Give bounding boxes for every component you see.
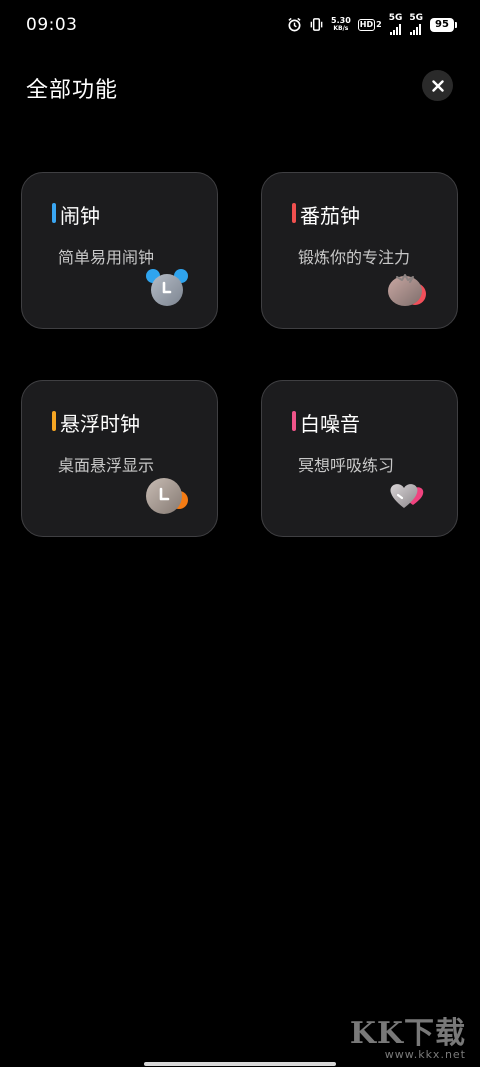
signal-icon	[389, 23, 401, 35]
card-title: 番茄钟	[300, 204, 360, 228]
card-title: 白噪音	[300, 412, 360, 436]
card-accent	[292, 411, 296, 431]
heart-icon	[385, 476, 429, 516]
sim2-label: 5G	[409, 13, 423, 23]
sim2-signal: 5G	[409, 14, 423, 35]
card-subtitle: 桌面悬浮显示	[58, 456, 155, 475]
tomato-icon	[385, 268, 429, 308]
close-button[interactable]	[422, 70, 453, 101]
battery-indicator: 95	[430, 17, 457, 32]
card-subtitle: 冥想呼吸练习	[298, 456, 395, 475]
watermark-url: www.kkx.net	[384, 1048, 466, 1061]
status-time: 09:03	[26, 15, 78, 35]
card-pomodoro[interactable]: 番茄钟 锻炼你的专注力	[261, 172, 458, 329]
hd-indicator: HD 2	[357, 18, 382, 31]
sim1-label: 5G	[388, 13, 403, 23]
signal-icon	[410, 23, 422, 35]
page-title: 全部功能	[26, 78, 119, 103]
card-white-noise[interactable]: 白噪音 冥想呼吸练习	[261, 380, 458, 537]
vibrate-icon	[309, 17, 324, 32]
hd-badge: HD	[357, 18, 376, 31]
status-bar: 09:03 5.30 KB/s HD 2 5G 5G 95	[0, 0, 480, 52]
sim1-signal: 5G	[388, 13, 403, 35]
alarm-clock-icon	[145, 268, 189, 308]
network-speed-value: 5.30	[331, 15, 351, 25]
watermark-logo: KK下载	[349, 1016, 466, 1051]
network-speed: 5.30 KB/s	[331, 15, 351, 33]
watermark: KK下载 www.kkx.net	[350, 1008, 466, 1061]
card-title: 悬浮时钟	[60, 412, 140, 436]
home-indicator[interactable]	[144, 1062, 336, 1066]
alarm-icon	[287, 17, 302, 32]
card-alarm[interactable]: 闹钟 简单易用闹钟	[21, 172, 218, 329]
hd-sub: 2	[376, 20, 382, 29]
card-subtitle: 简单易用闹钟	[58, 248, 155, 267]
status-icons: 5.30 KB/s HD 2 5G 5G 95	[287, 13, 457, 35]
card-floating-clock[interactable]: 悬浮时钟 桌面悬浮显示	[21, 380, 218, 537]
card-accent	[52, 203, 56, 223]
screen: 09:03 5.30 KB/s HD 2 5G 5G 95 全部功能 闹钟 简单…	[0, 0, 480, 1067]
card-accent	[52, 411, 56, 431]
card-accent	[292, 203, 296, 223]
close-icon	[431, 79, 444, 92]
network-speed-unit: KB/s	[333, 24, 349, 32]
card-subtitle: 锻炼你的专注力	[298, 248, 411, 267]
card-title: 闹钟	[60, 204, 100, 228]
floating-clock-icon	[145, 476, 189, 516]
